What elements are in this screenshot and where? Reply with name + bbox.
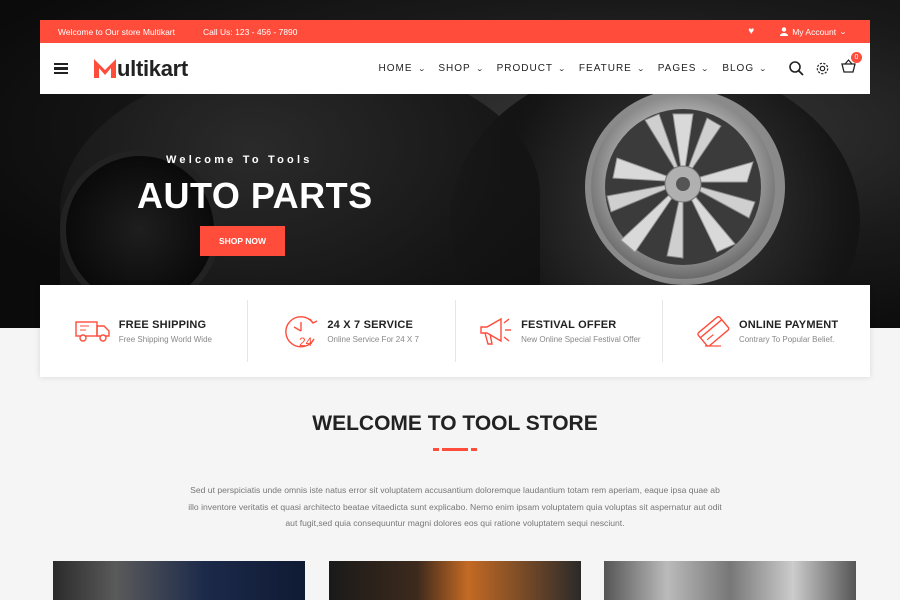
service-title: FESTIVAL OFFER — [521, 318, 617, 331]
menu-item-shop[interactable]: SHOP ⌄ — [438, 63, 483, 74]
menu-item-feature[interactable]: FEATURE ⌄ — [579, 63, 645, 74]
section-title: WELCOME TO TOOL STORE — [312, 412, 598, 435]
title-underline-divider — [433, 448, 477, 451]
menu-item-product[interactable]: PRODUCT ⌄ — [497, 63, 566, 74]
menu-item-pages[interactable]: PAGES ⌄ — [658, 63, 710, 74]
logo[interactable]: ultikart — [94, 56, 188, 82]
category-image-wheels[interactable] — [53, 561, 305, 600]
alloy-wheel-image — [565, 89, 785, 292]
service-desc: New Online Special Festival Offer — [521, 334, 641, 344]
menu-label: PRODUCT — [496, 63, 554, 74]
welcome-text: Welcome to Our store Multikart — [58, 26, 175, 37]
service-text: FREE SHIPPING Free Shipping World Wide — [119, 319, 212, 344]
cart-button[interactable]: 0 — [841, 52, 862, 78]
menu-label: SHOP — [438, 63, 471, 74]
main-navbar: ultikart HOME ⌄ SHOP ⌄ PRODUCT ⌄ FEATURE ⌄ P… — [40, 43, 870, 94]
service-desc: Free Shipping World Wide — [118, 334, 212, 344]
menu-label: BLOG — [722, 63, 755, 74]
chevron-down-icon: ⌄ — [838, 28, 848, 36]
user-icon — [780, 27, 789, 36]
service-desc: Contrary To Popular Belief. — [738, 334, 835, 344]
section-description: Sed ut perspiciatis unde omnis iste natu… — [188, 485, 722, 528]
logo-text: ultikart — [117, 55, 188, 81]
chevron-down-icon: ⌄ — [758, 65, 769, 73]
wishlist-heart-icon[interactable]: ♥ — [748, 26, 754, 37]
menu-label: PAGES — [657, 63, 697, 74]
my-account-button[interactable]: My Account ⌄ — [780, 26, 848, 37]
service-text: FESTIVAL OFFER New Online Special Festiv… — [521, 319, 640, 344]
truck-icon — [75, 321, 110, 342]
menu-label: FEATURE — [578, 63, 632, 74]
hero-subtitle: Welcome To Tools — [166, 154, 313, 166]
service-text: 24 X 7 SERVICE Online Service For 24 X 7 — [327, 319, 419, 344]
nav-icons: 0 — [789, 52, 862, 78]
service-title: ONLINE PAYMENT — [738, 318, 839, 331]
hero-title: AUTO PARTS — [137, 175, 373, 216]
megaphone-icon — [480, 317, 512, 345]
menu-item-home[interactable]: HOME ⌄ — [379, 63, 426, 74]
chevron-down-icon: ⌄ — [557, 65, 568, 73]
service-text: ONLINE PAYMENT Contrary To Popular Belie… — [739, 319, 838, 344]
main-menu: HOME ⌄ SHOP ⌄ PRODUCT ⌄ FEATURE ⌄ PAGES ⌄ BLO… — [379, 63, 768, 74]
cart-count-badge: 0 — [851, 52, 862, 63]
menu-item-blog[interactable]: BLOG ⌄ — [722, 63, 767, 74]
top-bar: Welcome to Our store Multikart Call Us: … — [40, 20, 870, 43]
service-title: 24 X 7 SERVICE — [327, 318, 414, 331]
category-image-interior[interactable] — [329, 561, 581, 600]
chevron-down-icon: ⌄ — [475, 65, 485, 73]
my-account-label: My Account — [792, 26, 837, 37]
services-bar: FREE SHIPPING Free Shipping World Wide 2… — [40, 285, 870, 377]
chevron-down-icon: ⌄ — [636, 65, 647, 73]
service-title: FREE SHIPPING — [118, 318, 207, 331]
logo-m-icon — [94, 59, 116, 78]
chevron-down-icon: ⌄ — [701, 65, 711, 73]
clock-24-icon: 24 — [285, 316, 318, 349]
service-24x7: 24 24 X 7 SERVICE Online Service For 24 … — [248, 300, 456, 362]
menu-label: HOME — [378, 63, 413, 74]
gear-icon[interactable] — [815, 61, 830, 76]
hamburger-menu-icon[interactable] — [54, 63, 68, 74]
shop-now-button[interactable]: SHOP NOW — [200, 226, 285, 256]
service-festival-offer: FESTIVAL OFFER New Online Special Festiv… — [456, 300, 664, 362]
category-image-engine[interactable] — [604, 561, 856, 600]
chevron-down-icon: ⌄ — [417, 65, 427, 73]
svg-text:24: 24 — [299, 335, 313, 349]
phone-number: Call Us: 123 - 456 - 7890 — [203, 26, 298, 37]
service-desc: Online Service For 24 X 7 — [327, 334, 419, 344]
card-icon — [697, 315, 730, 347]
search-icon[interactable] — [789, 61, 804, 76]
service-online-payment: ONLINE PAYMENT Contrary To Popular Belie… — [663, 300, 870, 362]
service-free-shipping: FREE SHIPPING Free Shipping World Wide — [40, 300, 248, 362]
